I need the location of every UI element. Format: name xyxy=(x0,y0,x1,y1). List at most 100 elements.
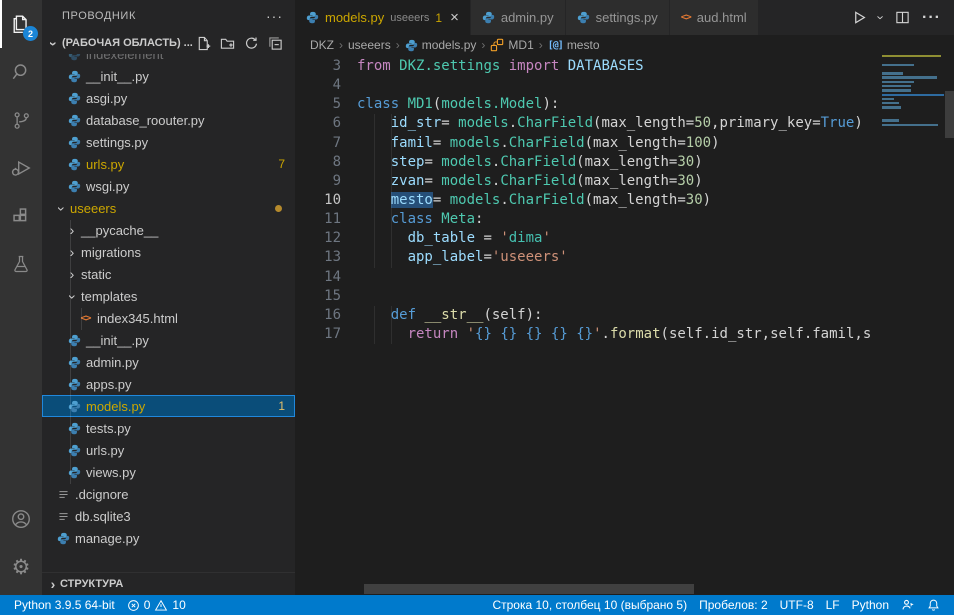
horizontal-scrollbar[interactable] xyxy=(364,584,694,594)
account-icon xyxy=(10,508,32,530)
tree-item-admin.py[interactable]: admin.py xyxy=(42,351,295,373)
line-number: 4 xyxy=(295,76,357,95)
breadcrumb-DKZ[interactable]: DKZ xyxy=(310,38,334,52)
code-line-3[interactable]: 3from DKZ.settings import DATABASES xyxy=(295,57,954,76)
code-line-15[interactable]: 15 xyxy=(295,287,954,306)
warning-count: 10 xyxy=(172,598,185,612)
code-line-6[interactable]: 6 id_str= models.CharField(max_length=50… xyxy=(295,114,954,133)
tree-item-asgi.py[interactable]: asgi.py xyxy=(42,87,295,109)
indent-guide xyxy=(391,134,392,153)
python-interpreter[interactable]: Python 3.9.5 64-bit xyxy=(8,598,121,612)
code-editor[interactable]: 3from DKZ.settings import DATABASES45cla… xyxy=(295,55,954,595)
breadcrumb-useeers[interactable]: useeers xyxy=(348,38,391,52)
indent-guide xyxy=(391,210,392,229)
activity-testing[interactable] xyxy=(0,240,42,288)
activity-source-control[interactable] xyxy=(0,96,42,144)
tree-item-useeers[interactable]: ›useeers xyxy=(42,197,295,219)
run-button[interactable] xyxy=(852,10,867,25)
eol[interactable]: LF xyxy=(820,598,846,612)
code-line-8[interactable]: 8 step= models.CharField(max_length=30) xyxy=(295,153,954,172)
collapse-all-button[interactable] xyxy=(268,36,283,51)
activity-explorer[interactable]: 2 xyxy=(0,0,42,48)
tree-item-manage.py[interactable]: manage.py xyxy=(42,527,295,549)
workspace-section-header[interactable]: › (РАБОЧАЯ ОБЛАСТЬ) ... xyxy=(42,32,295,54)
code-line-13[interactable]: 13 app_label='useeers' xyxy=(295,248,954,267)
tree-item-database_roouter.py[interactable]: database_roouter.py xyxy=(42,109,295,131)
tree-item-indexelement[interactable]: indexelement xyxy=(42,54,295,65)
language-mode[interactable]: Python xyxy=(846,598,895,612)
new-folder-button[interactable] xyxy=(220,36,235,51)
activity-account[interactable] xyxy=(0,495,42,543)
indentation[interactable]: Пробелов: 2 xyxy=(693,598,774,612)
indent-guide xyxy=(374,153,375,172)
tree-item-__init__.py[interactable]: __init__.py xyxy=(42,65,295,87)
breadcrumb: DKZ›useeers›models.py›MD1›[@]mesto xyxy=(295,35,954,55)
breadcrumb-MD1[interactable]: MD1 xyxy=(490,38,533,52)
code-line-12[interactable]: 12 db_table = 'dima' xyxy=(295,229,954,248)
code-line-9[interactable]: 9 zvan= models.CharField(max_length=30) xyxy=(295,172,954,191)
tree-item-tests.py[interactable]: tests.py xyxy=(42,417,295,439)
tree-item-static[interactable]: ›static xyxy=(42,263,295,285)
activity-settings-gear[interactable]: ⚙ xyxy=(0,543,42,591)
python-icon xyxy=(405,39,418,52)
activity-run-debug[interactable] xyxy=(0,144,42,192)
code-line-14[interactable]: 14 xyxy=(295,268,954,287)
line-number: 7 xyxy=(295,134,357,153)
python-icon xyxy=(65,444,84,457)
tree-item-.dcignore[interactable]: .dcignore xyxy=(42,483,295,505)
cursor-position[interactable]: Строка 10, столбец 10 (выбрано 5) xyxy=(486,598,693,612)
tree-item-index345.html[interactable]: <>index345.html xyxy=(42,307,295,329)
refresh-button[interactable] xyxy=(244,36,259,51)
file-label: asgi.py xyxy=(86,91,127,106)
more-actions-button[interactable]: ··· xyxy=(922,9,941,27)
activity-search[interactable] xyxy=(0,48,42,96)
tree-item-models.py[interactable]: models.py1 xyxy=(42,395,295,417)
code-line-10[interactable]: 10 mesto= models.CharField(max_length=30… xyxy=(295,191,954,210)
tree-item-wsgi.py[interactable]: wsgi.py xyxy=(42,175,295,197)
breadcrumb-mesto[interactable]: [@]mesto xyxy=(548,38,600,52)
class-icon xyxy=(490,38,504,52)
tab-models.py[interactable]: models.pyuseeers1× xyxy=(295,0,471,35)
tabs: models.pyuseeers1× admin.py settings.py<>a… xyxy=(295,0,759,35)
feedback-button[interactable] xyxy=(895,598,921,612)
vertical-scrollbar[interactable] xyxy=(945,91,954,138)
close-icon[interactable]: × xyxy=(450,9,459,26)
new-file-button[interactable] xyxy=(196,36,211,51)
error-count: 0 xyxy=(144,598,151,612)
tree-item-migrations[interactable]: ›migrations xyxy=(42,241,295,263)
tree-item-__init__.py[interactable]: __init__.py xyxy=(42,329,295,351)
code-line-4[interactable]: 4 xyxy=(295,76,954,95)
tree-item-settings.py[interactable]: settings.py xyxy=(42,131,295,153)
code-line-5[interactable]: 5class MD1(models.Model): xyxy=(295,95,954,114)
problems-indicator[interactable]: 0 10 xyxy=(121,598,192,612)
outline-section-header[interactable]: › СТРУКТУРА xyxy=(42,572,295,595)
code-line-16[interactable]: 16 def __str__(self): xyxy=(295,306,954,325)
code-line-17[interactable]: 17 return '{} {} {} {} {}'.format(self.i… xyxy=(295,325,954,344)
tree-item-urls.py[interactable]: urls.py xyxy=(42,439,295,461)
collapse-all-icon xyxy=(268,36,283,51)
tree-item-__pycache__[interactable]: ›__pycache__ xyxy=(42,219,295,241)
tree-item-urls.py[interactable]: urls.py7 xyxy=(42,153,295,175)
tab-admin.py[interactable]: admin.py xyxy=(471,0,566,35)
breadcrumb-separator: › xyxy=(339,38,343,52)
tab-settings.py[interactable]: settings.py xyxy=(566,0,670,35)
notifications-button[interactable] xyxy=(921,598,946,612)
tree-item-templates[interactable]: ›templates xyxy=(42,285,295,307)
run-dropdown-button[interactable]: › xyxy=(879,10,883,25)
code-line-11[interactable]: 11 class Meta: xyxy=(295,210,954,229)
encoding[interactable]: UTF-8 xyxy=(774,598,820,612)
tree-item-apps.py[interactable]: apps.py xyxy=(42,373,295,395)
line-number: 5 xyxy=(295,95,357,114)
breadcrumb-models.py[interactable]: models.py xyxy=(405,38,477,52)
explorer-more-actions-button[interactable]: ··· xyxy=(266,8,283,24)
explorer-sidebar: ПРОВОДНИК ··· › (РАБОЧАЯ ОБЛАСТЬ) ... in… xyxy=(42,0,295,595)
python-icon xyxy=(577,11,590,24)
tree-item-views.py[interactable]: views.py xyxy=(42,461,295,483)
activity-extensions[interactable] xyxy=(0,192,42,240)
tree-item-db.sqlite3[interactable]: db.sqlite3 xyxy=(42,505,295,527)
tab-label: admin.py xyxy=(501,10,554,25)
split-editor-button[interactable] xyxy=(895,10,910,25)
minimap[interactable] xyxy=(882,55,944,128)
tab-aud.html[interactable]: <>aud.html xyxy=(670,0,759,35)
code-line-7[interactable]: 7 famil= models.CharField(max_length=100… xyxy=(295,134,954,153)
